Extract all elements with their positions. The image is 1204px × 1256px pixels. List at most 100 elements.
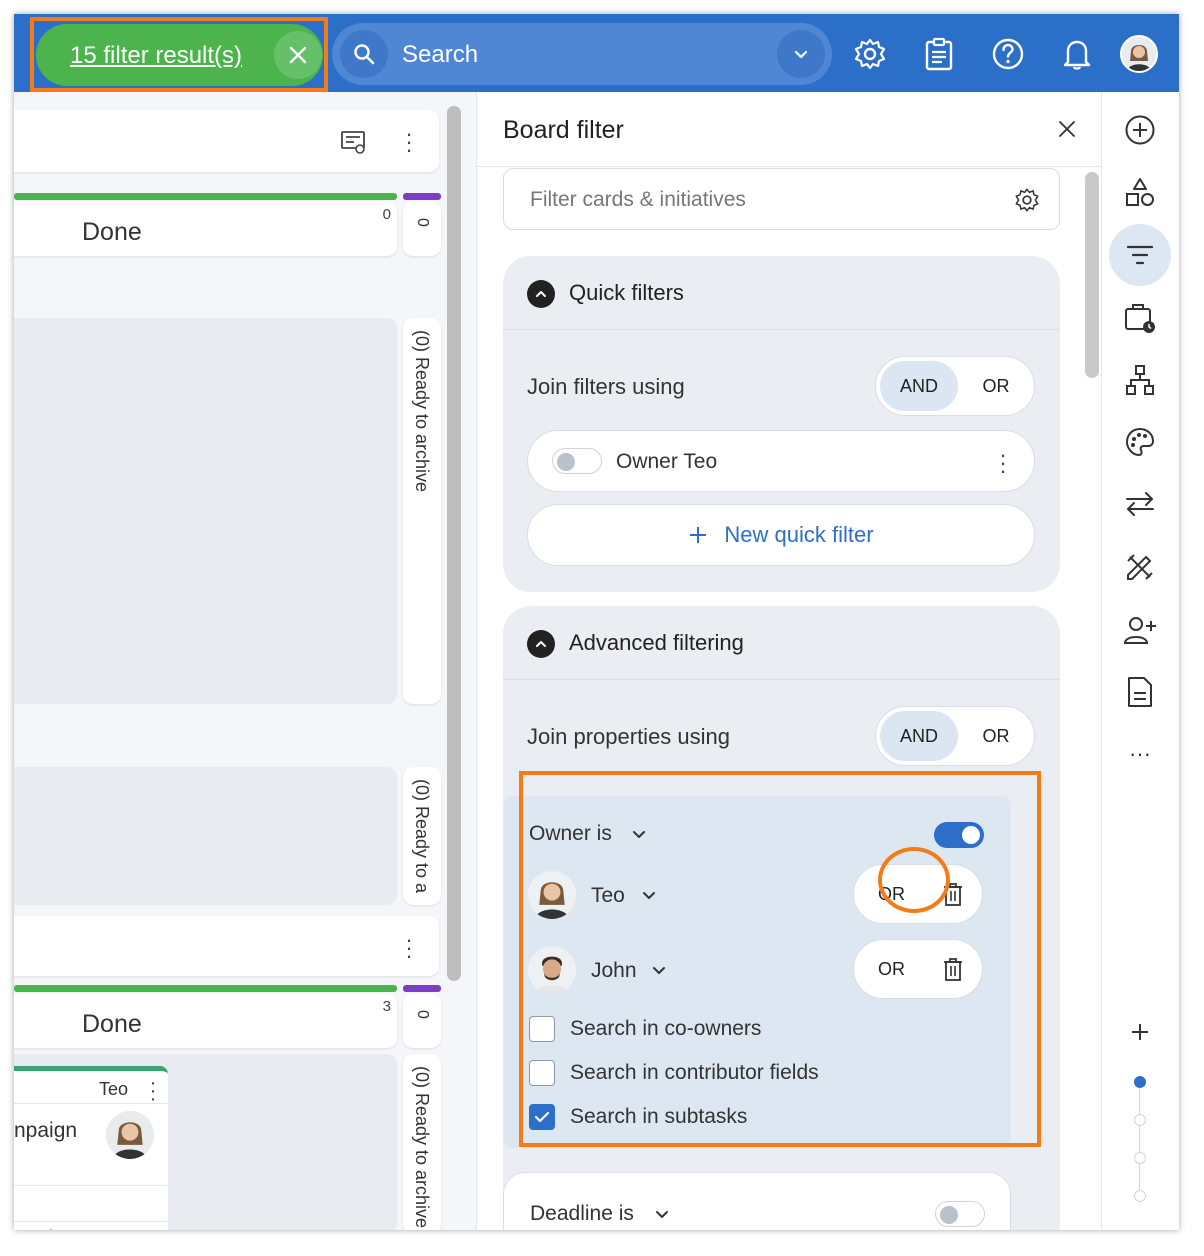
more-vertical-icon[interactable]: · · ·	[404, 929, 414, 967]
board-scrollbar[interactable]	[447, 106, 461, 981]
palette-button[interactable]	[1122, 424, 1158, 460]
tools-button[interactable]	[1122, 549, 1158, 585]
plus-circle-icon	[1125, 115, 1155, 145]
column-count: 3	[382, 998, 391, 1015]
shapes-icon	[1126, 178, 1154, 206]
advanced-filtering-header[interactable]: Advanced filtering	[503, 606, 1060, 680]
settings-button[interactable]	[850, 34, 890, 74]
column-header-done[interactable]: Done 0	[14, 202, 397, 256]
quick-filter-item[interactable]: Owner Teo · · ·	[527, 430, 1035, 492]
quick-filter-toggle[interactable]	[552, 448, 602, 474]
swap-icon	[1126, 492, 1154, 516]
zoom-level-dot[interactable]	[1134, 1152, 1146, 1164]
more-horizontal-icon[interactable]: ···	[1122, 736, 1158, 772]
swap-button[interactable]	[1122, 486, 1158, 522]
user-avatar[interactable]	[1120, 35, 1158, 73]
document-button[interactable]	[1122, 674, 1158, 710]
column-header-done[interactable]: Done 3	[14, 994, 397, 1048]
filter-search-input[interactable]: Filter cards & initiatives	[530, 188, 746, 212]
avatar-teo-icon	[1122, 37, 1156, 71]
quick-filters-header[interactable]: Quick filters	[503, 256, 1060, 330]
help-button[interactable]	[988, 34, 1028, 74]
briefcase-clock-icon	[1125, 304, 1155, 333]
or-option[interactable]: OR	[964, 361, 1028, 411]
new-quick-filter-label: New quick filter	[724, 522, 874, 547]
filter-button[interactable]	[1122, 237, 1158, 273]
column-color-bar	[403, 985, 441, 992]
panel-title: Board filter	[503, 116, 624, 144]
archive-count: 0	[414, 1010, 431, 1019]
shapes-button[interactable]	[1122, 174, 1158, 210]
add-user-button[interactable]	[1122, 612, 1158, 648]
archive-label: (0) Ready to a	[412, 779, 432, 894]
column-title: Done	[82, 1010, 142, 1038]
board-card[interactable]: Teo ··· npaign mpaigns	[14, 1066, 168, 1230]
search-icon	[340, 30, 388, 78]
join-properties-toggle: AND OR	[875, 706, 1035, 766]
search-input[interactable]: Search	[402, 41, 478, 69]
archive-count: 0	[414, 218, 431, 227]
card-title: npaign	[14, 1119, 78, 1142]
divider	[14, 1185, 168, 1186]
deadline-rule-toggle[interactable]	[935, 1201, 985, 1227]
chevron-up-icon[interactable]	[527, 630, 555, 658]
archive-column-header[interactable]: 0	[403, 202, 441, 256]
zoom-track	[1139, 1082, 1140, 1202]
zoom-level-dot[interactable]	[1134, 1076, 1146, 1088]
global-search[interactable]: Search	[332, 23, 832, 85]
add-button[interactable]	[1122, 112, 1158, 148]
more-vertical-icon[interactable]: · · ·	[148, 1073, 158, 1109]
divider	[14, 1221, 168, 1222]
panel-scrollbar[interactable]	[1085, 172, 1099, 378]
deadline-rule: Deadline is	[503, 1172, 1011, 1230]
top-bar: 15 filter result(s) Search	[14, 14, 1179, 92]
divider	[14, 1103, 168, 1104]
chevron-down-icon[interactable]	[654, 1209, 670, 1221]
new-quick-filter-button[interactable]: New quick filter	[527, 504, 1035, 566]
zoom-level-dot[interactable]	[1134, 1190, 1146, 1202]
chevron-up-icon[interactable]	[527, 280, 555, 308]
avatar-teo-icon	[106, 1111, 154, 1159]
more-vertical-icon[interactable]: · · ·	[998, 444, 1008, 482]
or-option[interactable]: OR	[964, 711, 1028, 761]
hierarchy-button[interactable]	[1122, 362, 1158, 398]
plus-icon	[1132, 1024, 1148, 1040]
archive-label: (0) Ready to archive	[412, 1066, 432, 1229]
section-title: Quick filters	[569, 280, 684, 305]
notifications-button[interactable]	[1057, 34, 1097, 74]
divider	[477, 166, 1101, 167]
plus-icon	[690, 527, 707, 543]
clipboard-button[interactable]	[919, 34, 959, 74]
zoom-in-button[interactable]	[1122, 1014, 1158, 1050]
archive-column[interactable]: (0) Ready to a	[403, 767, 441, 905]
board-header-card: · · ·	[14, 916, 439, 976]
card-settings-icon[interactable]	[340, 130, 368, 156]
gear-icon	[854, 38, 886, 70]
filter-icon	[1126, 245, 1154, 265]
more-vertical-icon[interactable]: · · ·	[404, 123, 414, 161]
close-panel-button[interactable]	[1052, 114, 1082, 144]
zoom-level-dot[interactable]	[1134, 1114, 1146, 1126]
filter-search-field[interactable]: Filter cards & initiatives	[503, 168, 1060, 230]
search-dropdown-button[interactable]	[777, 30, 825, 78]
column-body	[14, 767, 397, 905]
archive-column[interactable]: (0) Ready to archive	[403, 1054, 441, 1230]
scheduled-button[interactable]	[1122, 300, 1158, 336]
archive-column-header[interactable]: 0	[403, 994, 441, 1048]
highlight-filter-results	[30, 17, 328, 92]
join-filters-toggle: AND OR	[875, 356, 1035, 416]
archive-column[interactable]: (0) Ready to archive	[403, 318, 441, 704]
column-color-bar	[14, 193, 397, 200]
gear-icon[interactable]	[1014, 187, 1040, 213]
right-toolbar: ···	[1101, 92, 1179, 1230]
and-option[interactable]: AND	[880, 361, 958, 411]
bell-icon	[1063, 40, 1091, 70]
chevron-down-icon	[794, 50, 808, 59]
card-owner: Teo	[99, 1079, 129, 1099]
deadline-rule-label[interactable]: Deadline is	[530, 1202, 634, 1226]
help-icon	[992, 38, 1024, 70]
board-area: · · · Done 0 0 (0) Ready to archive (0) Re…	[14, 92, 476, 1230]
and-option[interactable]: AND	[880, 711, 958, 761]
card-avatar	[106, 1111, 154, 1159]
pencil-ruler-icon	[1127, 554, 1153, 580]
